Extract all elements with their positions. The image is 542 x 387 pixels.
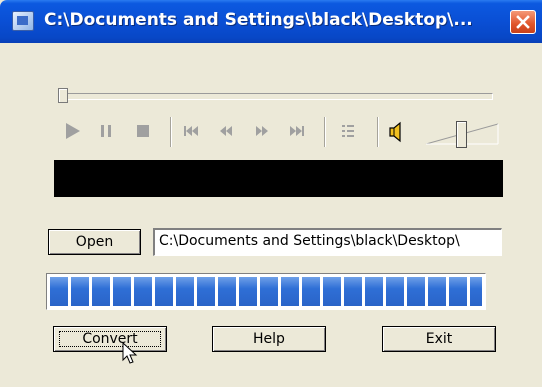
progress-block (365, 277, 383, 306)
skip-forward-icon[interactable] (288, 120, 306, 142)
app-icon (12, 11, 34, 31)
volume-slider-thumb[interactable] (456, 121, 467, 148)
speaker-icon[interactable] (387, 120, 409, 144)
progress-block (113, 277, 131, 306)
progress-block (176, 277, 194, 306)
progress-block (302, 277, 320, 306)
fast-forward-icon[interactable] (254, 120, 270, 142)
progress-block (323, 277, 341, 306)
video-display (54, 160, 503, 197)
help-button[interactable]: Help (212, 326, 326, 352)
play-icon[interactable] (64, 120, 82, 142)
toolbar-separator (170, 117, 172, 147)
convert-button[interactable]: Convert (53, 326, 167, 352)
stop-icon[interactable] (136, 120, 150, 142)
skip-back-icon[interactable] (182, 120, 200, 142)
focus-rectangle (59, 331, 161, 347)
open-button[interactable]: Open (48, 229, 141, 255)
progress-block (260, 277, 278, 306)
progress-block (386, 277, 404, 306)
rewind-icon[interactable] (218, 120, 234, 142)
toolbar-separator (324, 117, 326, 147)
progress-block (134, 277, 152, 306)
converter-window: C:\Documents and Settings\black\Desktop\… (0, 0, 542, 387)
progress-fill (50, 277, 482, 306)
progress-block (50, 277, 68, 306)
toolbar-separator (377, 117, 379, 147)
progress-block (218, 277, 236, 306)
file-path-field[interactable]: C:\Documents and Settings\black\Desktop\ (153, 228, 502, 256)
window-title: C:\Documents and Settings\black\Desktop\… (44, 10, 473, 30)
playlist-icon[interactable] (340, 120, 356, 142)
progress-block (239, 277, 257, 306)
seek-slider-thumb[interactable] (58, 88, 68, 103)
progress-block (407, 277, 425, 306)
title-bar[interactable]: C:\Documents and Settings\black\Desktop\… (0, 0, 542, 43)
exit-button[interactable]: Exit (382, 326, 496, 352)
seek-slider-track[interactable] (58, 93, 493, 100)
progress-block (92, 277, 110, 306)
progress-bar (46, 273, 486, 310)
progress-block (71, 277, 89, 306)
close-button[interactable] (510, 10, 536, 34)
pause-icon[interactable] (99, 120, 113, 142)
progress-block (155, 277, 173, 306)
progress-block (281, 277, 299, 306)
progress-block (449, 277, 467, 306)
progress-block (197, 277, 215, 306)
mouse-pointer-icon (122, 342, 138, 364)
close-icon (516, 15, 530, 29)
progress-block (470, 277, 482, 306)
progress-block (428, 277, 446, 306)
progress-block (344, 277, 362, 306)
